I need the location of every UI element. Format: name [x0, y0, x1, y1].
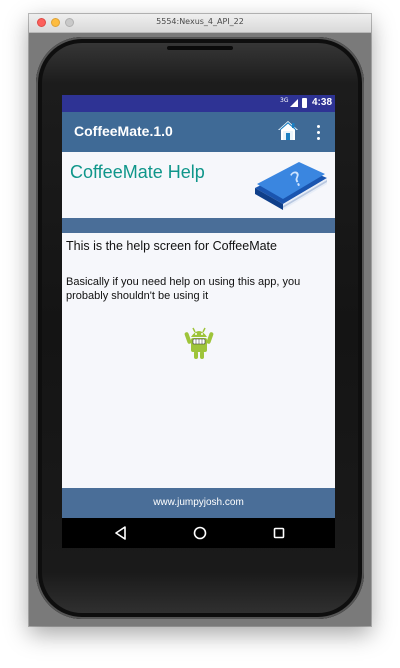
window-title: 5554:Nexus_4_API_22	[156, 17, 244, 26]
divider-band	[62, 218, 335, 233]
home-circle-icon[interactable]	[193, 526, 207, 540]
footer-bar: www.jumpyjosh.com	[62, 488, 335, 518]
help-title: CoffeeMate Help	[70, 162, 205, 182]
app-title: CoffeeMate.1.0	[74, 123, 173, 139]
back-icon[interactable]	[114, 526, 128, 540]
help-content: This is the help screen for CoffeeMate B…	[62, 233, 335, 489]
app-bar: CoffeeMate.1.0	[62, 112, 335, 152]
footer-link[interactable]: www.jumpyjosh.com	[62, 497, 335, 508]
window-titlebar: 5554:Nexus_4_API_22	[29, 14, 371, 33]
system-nav-bar	[62, 518, 335, 548]
recents-icon[interactable]	[273, 527, 285, 539]
help-header: CoffeeMate Help ?	[62, 154, 335, 214]
android-mascot-icon	[184, 327, 214, 359]
help-text-intro: This is the help screen for CoffeeMate	[66, 239, 277, 253]
help-book-icon: ?	[255, 162, 327, 210]
clock: 4:38	[312, 97, 333, 108]
overflow-menu-icon[interactable]	[312, 121, 326, 143]
help-text-body: Basically if you need help on using this…	[66, 276, 301, 302]
device-screen: 3G 4:38 CoffeeMate.1.0 CoffeeMate Help ?	[62, 95, 335, 548]
home-icon[interactable]	[277, 119, 299, 143]
network-label: 3G	[280, 97, 289, 104]
signal-icon	[290, 99, 298, 107]
speaker-grille	[167, 46, 233, 50]
status-bar: 3G 4:38	[62, 95, 335, 112]
battery-icon	[302, 98, 307, 108]
